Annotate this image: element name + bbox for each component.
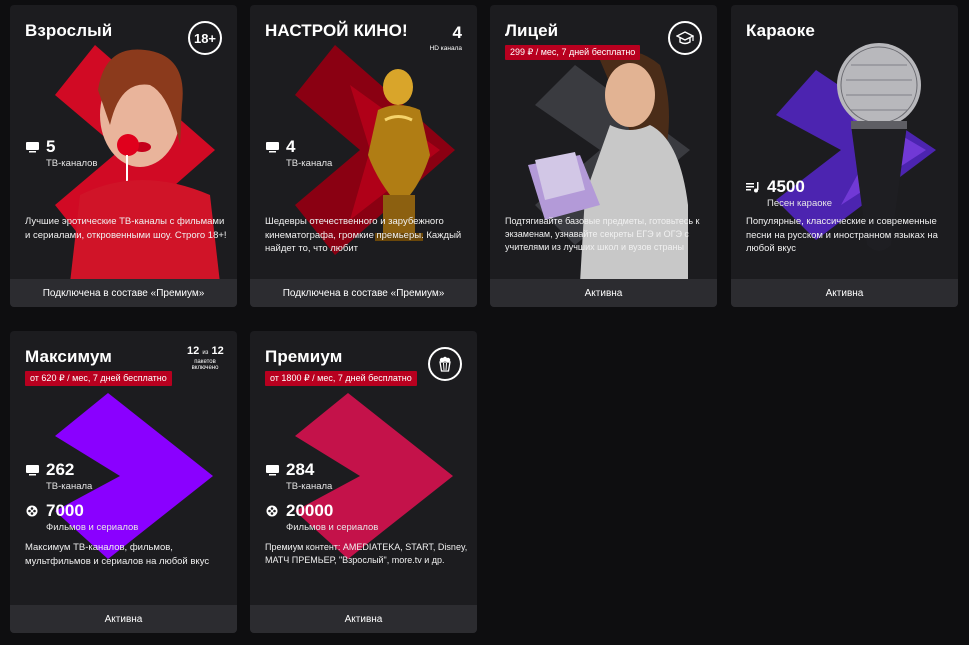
package-status[interactable]: Активна: [490, 279, 717, 307]
film-reel-icon: [266, 505, 278, 517]
package-description: Шедевры отечественного и зарубежного кин…: [265, 216, 462, 254]
package-status[interactable]: Активна: [250, 605, 477, 633]
package-title: Премиум: [265, 347, 343, 366]
channels-stat: 262 ТВ-канала: [25, 460, 92, 492]
package-status[interactable]: Активна: [10, 605, 237, 633]
package-status[interactable]: Подключена в составе «Премиум»: [10, 279, 237, 307]
packages-included-badge: 12 из 12 пакетов включено: [187, 345, 224, 372]
package-description: Премиум контент: AMEDIATEKA, START, Disn…: [265, 542, 468, 565]
channels-count: 4: [286, 137, 296, 156]
package-title: Караоке: [746, 21, 815, 40]
channels-count: 5: [46, 137, 56, 156]
movies-count: 7000: [46, 501, 84, 520]
movies-count: 20000: [286, 501, 334, 520]
package-card-adult[interactable]: Взрослый 18+ 5 ТВ-каналов Лучшие эротиче…: [10, 5, 237, 307]
package-description: Максимум ТВ-каналов, фильмов, мультфильм…: [25, 542, 210, 567]
movies-label: Фильмов и сериалов: [286, 522, 379, 533]
price-tag: 299 ₽ / мес, 7 дней бесплатно: [505, 45, 641, 60]
movies-stat: 20000 Фильмов и сериалов: [265, 501, 378, 533]
karaoke-songs-stat: 4500 Песен караоке: [746, 177, 832, 209]
movies-stat: 7000 Фильмов и сериалов: [25, 501, 138, 533]
tv-icon: [26, 465, 39, 476]
price-tag: от 1800 ₽ / мес, 7 дней бесплатно: [265, 371, 417, 386]
channels-stat: 284 ТВ-канала: [265, 460, 332, 492]
channels-label: ТВ-канала: [286, 158, 333, 169]
package-card-kino[interactable]: НАСТРОЙ КИНО! 4 HD канала 4 ТВ-канала Ше…: [250, 5, 477, 307]
graduation-cap-icon: [668, 21, 702, 55]
package-card-premium[interactable]: Премиум от 1800 ₽ / мес, 7 дней бесплатн…: [250, 331, 477, 633]
package-status[interactable]: Подключена в составе «Премиум»: [250, 279, 477, 307]
package-description: Популярные, классические и современные п…: [746, 216, 938, 254]
tv-icon: [266, 142, 279, 153]
package-card-karaoke[interactable]: Караоке 4500 Песен караоке Популярные, к…: [731, 5, 958, 307]
price-tag: от 620 ₽ / мес, 7 дней бесплатно: [25, 371, 172, 386]
tv-icon: [266, 465, 279, 476]
package-card-licey[interactable]: Лицей 299 ₽ / мес, 7 дней бесплатно Подт…: [490, 5, 717, 307]
hd-channels-badge: 4 HD канала: [429, 23, 462, 52]
package-title: Максимум: [25, 347, 112, 366]
songs-label: Песен караоке: [767, 198, 833, 209]
channels-label: ТВ-канала: [286, 481, 333, 492]
package-status[interactable]: Активна: [731, 279, 958, 307]
popcorn-icon: [428, 347, 462, 381]
tv-icon: [26, 142, 39, 153]
songs-count: 4500: [767, 177, 805, 196]
music-list-icon: [746, 182, 759, 193]
package-card-maximum[interactable]: Максимум от 620 ₽ / мес, 7 дней бесплатн…: [10, 331, 237, 633]
channels-stat: 4 ТВ-канала: [265, 137, 332, 169]
channels-count: 262: [46, 460, 75, 479]
film-reel-icon: [26, 505, 38, 517]
package-title: Лицей: [505, 21, 559, 40]
channels-stat: 5 ТВ-каналов: [25, 137, 97, 169]
age-18-plus-icon: 18+: [188, 21, 222, 55]
channels-count: 284: [286, 460, 315, 479]
package-description: Подтягивайте базовые предметы, готовьтес…: [505, 216, 700, 252]
movies-label: Фильмов и сериалов: [46, 522, 139, 533]
package-title: НАСТРОЙ КИНО!: [265, 21, 408, 40]
package-title: Взрослый: [25, 21, 113, 40]
channels-label: ТВ-канала: [46, 481, 93, 492]
channels-label: ТВ-каналов: [46, 158, 98, 169]
package-description: Лучшие эротические ТВ-каналы с фильмами …: [25, 216, 227, 241]
